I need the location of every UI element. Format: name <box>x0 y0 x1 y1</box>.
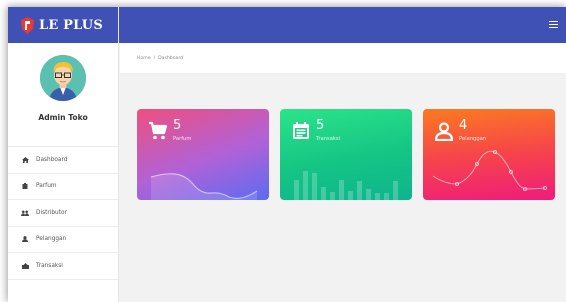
sidebar-item-dashboard[interactable]: Dashboard <box>8 147 118 174</box>
sidebar: LE PLUS Admin Toko Dashboard Parfum Dist… <box>8 7 119 302</box>
breadcrumb-separator: / <box>153 55 156 61</box>
sidebar-item-label: Pelanggan <box>36 236 67 243</box>
stat-value: 5 <box>316 118 325 133</box>
breadcrumb-home[interactable]: Home <box>137 56 151 61</box>
users-icon <box>20 210 30 216</box>
sidebar-menu: Dashboard Parfum Distributor Pelanggan T… <box>8 147 118 280</box>
sparkline-line <box>432 149 548 192</box>
cart-icon <box>149 121 168 140</box>
stat-value: 4 <box>459 118 468 133</box>
sidebar-item-pelanggan[interactable]: Pelanggan <box>8 227 118 253</box>
sidebar-item-label: Distributor <box>36 209 67 216</box>
receipt-icon <box>20 262 30 269</box>
stat-card-pelanggan[interactable]: 4 Pelanggan <box>423 109 555 200</box>
sidebar-item-distributor[interactable]: Distributor <box>8 200 118 227</box>
stat-card-transaksi[interactable]: 5 Transaksi <box>280 109 412 200</box>
sparkline-area <box>150 173 258 200</box>
breadcrumb-current: Dashboard <box>158 55 184 61</box>
avatar-illustration <box>40 55 86 101</box>
sparkline-bars <box>294 171 398 200</box>
sidebar-item-label: Parfum <box>36 183 57 190</box>
calendar-icon <box>293 122 309 139</box>
menu-toggle-icon[interactable] <box>549 21 558 29</box>
breadcrumb: Home / Dashboard <box>120 43 566 73</box>
bottle-icon <box>20 183 30 190</box>
sidebar-item-label: Dashboard <box>36 156 68 163</box>
stat-value: 5 <box>173 118 182 133</box>
top-navbar <box>119 7 566 43</box>
sidebar-item-parfum[interactable]: Parfum <box>8 174 118 200</box>
stat-card-parfum[interactable]: 5 Parfum <box>137 109 269 200</box>
admin-name: Admin Toko <box>38 113 88 122</box>
user-icon <box>20 236 30 243</box>
brand-name: LE PLUS <box>39 17 103 33</box>
avatar <box>40 55 86 101</box>
user-icon <box>434 122 454 141</box>
user-profile: Admin Toko <box>8 43 118 147</box>
sidebar-item-label: Transaksi <box>36 262 63 269</box>
sidebar-item-transaksi[interactable]: Transaksi <box>8 253 118 280</box>
brand[interactable]: LE PLUS <box>8 7 118 43</box>
brand-logo-icon <box>21 16 34 34</box>
app-window: LE PLUS Admin Toko Dashboard Parfum Dist… <box>8 7 566 302</box>
home-icon <box>20 156 30 163</box>
